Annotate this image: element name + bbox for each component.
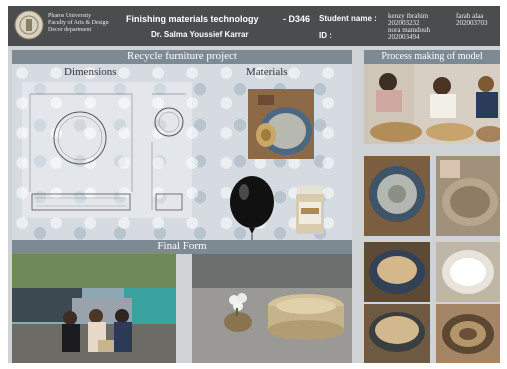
process-photo-rope-top <box>364 304 430 363</box>
course-code: - D346 <box>283 14 311 24</box>
instructor-name: Dr. Salma Youssief Karrar <box>151 30 249 39</box>
dimensions-heading: Dimensions <box>64 66 117 78</box>
finished-stool-photo <box>192 254 352 363</box>
black-balloon-image <box>230 176 274 242</box>
project-title: Recycle furniture project <box>12 50 352 64</box>
department-name: Decor department <box>48 27 92 33</box>
final-form-title: Final Form <box>12 240 352 254</box>
poster-board: Pharos University Faculty of Arts & Desi… <box>8 6 500 363</box>
students-group-photo <box>12 254 176 363</box>
process-photo-students-working <box>364 64 500 144</box>
student-name-label: Student name : <box>319 14 377 23</box>
course-title: Finishing materials technology <box>126 14 259 24</box>
materials-heading: Materials <box>246 66 288 78</box>
materials-rope-plate-photo <box>248 89 314 159</box>
faculty-name: Faculty of Arts & Design <box>48 20 109 26</box>
dimension-drawing <box>22 82 192 218</box>
process-photo-tire-seat <box>364 242 430 302</box>
student-id: 202003494 <box>388 33 420 41</box>
process-photo-tire-top <box>436 242 500 302</box>
student-id: 202003703 <box>456 19 488 27</box>
university-name: Pharos University <box>48 13 92 19</box>
process-photo-rope-weaving <box>436 156 500 236</box>
university-logo-icon <box>14 10 44 40</box>
process-photo-coiled-rope <box>436 304 500 363</box>
process-title: Process making of model <box>364 50 500 64</box>
poster-header: Pharos University Faculty of Arts & Desi… <box>8 6 500 46</box>
process-photo-rope-plate <box>364 156 430 236</box>
id-label: ID : <box>319 31 332 40</box>
glue-jar-image <box>296 186 324 234</box>
